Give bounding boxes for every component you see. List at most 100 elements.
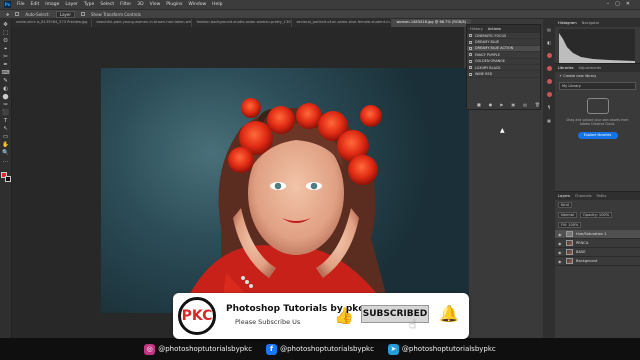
crop-tool-icon[interactable]: ✂	[2, 54, 9, 61]
like-icon[interactable]: 👍	[334, 306, 354, 325]
doc-tab[interactable]: sectoral_portrait-of-an-asian-blue-femal…	[292, 19, 393, 27]
opacity-field[interactable]: Opacity: 100%	[580, 212, 613, 218]
menu-3d[interactable]: 3D	[137, 2, 143, 7]
layer-row[interactable]: ◉ Background	[555, 257, 640, 266]
tab-paths[interactable]: Paths	[597, 194, 607, 198]
subscribe-button[interactable]: SUBSCRIBED	[361, 305, 429, 323]
doc-tab[interactable]: beautiful-pale-young-woman-in-brown-hair…	[92, 19, 193, 27]
toggle-checkbox[interactable]	[469, 46, 472, 50]
menu-plugins[interactable]: Plugins	[166, 2, 182, 7]
clone-tool-icon[interactable]: ◐	[2, 86, 9, 93]
panel-icon[interactable]: ▤	[547, 27, 551, 32]
menu-edit[interactable]: Edit	[31, 2, 40, 7]
move-tool-icon[interactable]: ✥	[6, 12, 9, 17]
eye-icon[interactable]: ◉	[558, 241, 563, 246]
layer-row[interactable]: ◉ PENCIL	[555, 239, 640, 248]
menu-file[interactable]: File	[17, 2, 25, 7]
layer-select-dropdown[interactable]: Layer	[55, 10, 76, 18]
toggle-checkbox[interactable]	[469, 66, 472, 70]
toggle-checkbox[interactable]	[469, 59, 472, 63]
quick-select-tool-icon[interactable]: ⌖	[2, 46, 9, 53]
tab-navigator[interactable]: Navigator	[582, 21, 600, 25]
menu-help[interactable]: Help	[212, 2, 222, 7]
play-icon[interactable]: ▶	[500, 102, 503, 107]
hand-tool-icon[interactable]: ✋	[2, 142, 9, 149]
layer-row-selected[interactable]: ◉ Hue/Saturation 1	[555, 230, 640, 239]
toggle-checkbox[interactable]	[469, 40, 472, 44]
panel-icon[interactable]: ▦	[547, 118, 551, 123]
tab-layers[interactable]: Layers	[558, 194, 570, 198]
background-color[interactable]	[4, 176, 11, 182]
menu-window[interactable]: Window	[188, 2, 206, 7]
panel-icon[interactable]	[546, 66, 552, 71]
toggle-checkbox[interactable]	[469, 34, 472, 38]
social-telegram[interactable]: ➤ @photoshoptutorialsbypkc	[387, 343, 496, 355]
eye-icon[interactable]: ◉	[558, 232, 563, 237]
social-facebook[interactable]: f @photoshoptutorialsbypkc	[266, 343, 374, 355]
document-image[interactable]	[101, 68, 469, 313]
action-item[interactable]: WINE RED	[467, 71, 540, 78]
rectangle-tool-icon[interactable]: ▭	[2, 134, 9, 141]
show-transform-checkbox[interactable]	[81, 12, 86, 16]
path-select-tool-icon[interactable]: ↖	[2, 126, 9, 133]
eye-icon[interactable]: ◉	[558, 250, 563, 255]
explore-libraries-button[interactable]: Explore libraries	[577, 132, 618, 139]
layer-row[interactable]: ◉ BASE	[555, 248, 640, 257]
window-controls[interactable]: –▢✕	[607, 1, 636, 7]
new-action-icon[interactable]: ▤	[523, 102, 527, 107]
new-set-icon[interactable]: ▣	[511, 102, 515, 107]
panel-icon[interactable]	[546, 92, 552, 97]
brush-tool-icon[interactable]: ✎	[2, 78, 9, 85]
action-label: CINEMATIC FOCUS	[475, 33, 507, 38]
delete-icon[interactable]: 🗑	[535, 102, 540, 107]
doc-tab[interactable]: fashion-background-studio-asian-woman-pr…	[192, 19, 293, 27]
color-swatches[interactable]	[0, 172, 11, 182]
doc-tab[interactable]: noble-shirt-is_8135584_573 Preview.jpg	[12, 19, 93, 27]
record-icon[interactable]: ●	[489, 102, 493, 107]
toggle-checkbox[interactable]	[469, 53, 472, 57]
tab-history[interactable]: History	[470, 27, 483, 31]
healing-tool-icon[interactable]: ⌨	[2, 70, 10, 77]
tab-actions[interactable]: Actions	[488, 27, 501, 31]
tab-channels[interactable]: Channels	[575, 194, 592, 198]
layer-name: PENCIL	[576, 241, 589, 245]
photoshop-window: Ps File Edit Image Layer Type Select Fil…	[0, 0, 640, 360]
bell-icon[interactable]: 🔔	[439, 304, 459, 323]
lasso-tool-icon[interactable]: ʘ	[2, 38, 9, 45]
social-handle: @photoshoptutorialsbypkc	[280, 345, 374, 353]
panel-icon[interactable]: ◧	[547, 40, 551, 45]
auto-select-checkbox[interactable]	[15, 12, 20, 16]
fill-field[interactable]: Fill: 100%	[558, 222, 582, 228]
layer-kind-filter[interactable]: Kind	[558, 202, 572, 208]
eraser-tool-icon[interactable]: ✑	[2, 102, 9, 109]
panel-icon[interactable]	[546, 79, 552, 84]
move-tool-icon[interactable]: ✥	[2, 22, 9, 29]
social-instagram[interactable]: ◎ @photoshoptutorialsbypkc	[144, 343, 252, 355]
menu-image[interactable]: Image	[45, 2, 59, 7]
library-dropdown[interactable]: My Library	[559, 82, 636, 90]
doc-tab-active[interactable]: woman-1483418.jpg @ 66.7% (RGB/8)	[392, 19, 472, 27]
tab-histogram[interactable]: Histogram	[558, 21, 577, 25]
stop-icon[interactable]: ■	[477, 102, 481, 107]
type-tool-icon[interactable]: T	[2, 118, 9, 125]
menu-select[interactable]: Select	[100, 2, 114, 7]
marquee-tool-icon[interactable]: ⬚	[2, 30, 9, 37]
menu-filter[interactable]: Filter	[120, 2, 131, 7]
toggle-checkbox[interactable]	[469, 72, 472, 76]
eye-icon[interactable]: ◉	[558, 259, 563, 264]
gradient-tool-icon[interactable]: ⬛	[2, 110, 9, 117]
history-brush-tool-icon[interactable]: ⬤	[2, 94, 9, 101]
menu-view[interactable]: View	[150, 2, 161, 7]
menu-type[interactable]: Type	[84, 2, 94, 7]
tab-libraries[interactable]: Libraries	[558, 66, 574, 70]
tab-adjustments[interactable]: Adjustments	[579, 66, 602, 70]
eyedropper-tool-icon[interactable]: ✒	[2, 62, 9, 69]
more-tools-icon[interactable]: …	[2, 158, 9, 165]
create-library-link[interactable]: + Create new library	[555, 72, 640, 80]
facebook-icon: f	[266, 343, 278, 355]
panel-icon[interactable]	[546, 53, 552, 58]
blend-mode-dropdown[interactable]: Normal	[558, 212, 578, 218]
zoom-tool-icon[interactable]: 🔍	[2, 150, 9, 157]
menu-layer[interactable]: Layer	[65, 2, 78, 7]
panel-icon[interactable]: ¶	[548, 105, 551, 110]
